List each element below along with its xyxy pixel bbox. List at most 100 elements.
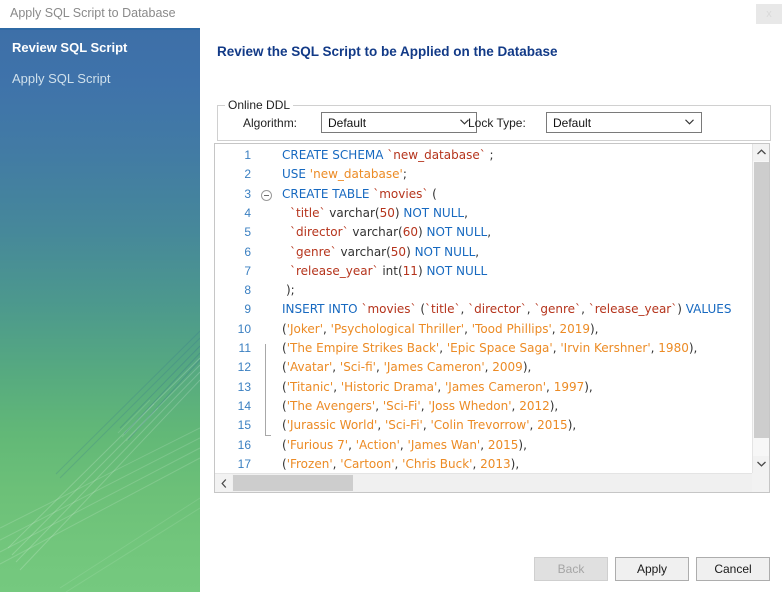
cancel-button[interactable]: Cancel [696, 557, 770, 581]
code-token: , [529, 418, 538, 433]
code-token: 'Chris Buck' [402, 456, 473, 471]
line-number: 16 [237, 437, 251, 452]
vertical-scroll-thumb[interactable] [754, 162, 769, 438]
code-line[interactable]: 5 `director` varchar(60) NOT NULL, [215, 223, 752, 242]
code-token: 2015 [537, 418, 568, 433]
lock-type-value: Default [553, 116, 592, 130]
apply-sql-script-dialog: Apply SQL Script to Database x Review SQ… [0, 0, 784, 592]
code-line[interactable]: 13 ('Titanic', 'Historic Drama', 'James C… [215, 378, 752, 397]
code-text: ); [286, 281, 295, 300]
code-text: `genre` varchar(50) NOT NULL, [290, 243, 479, 262]
line-number: 2 [244, 167, 251, 182]
code-token: ) [418, 225, 427, 240]
code-token: 'Sci-Fi' [382, 398, 421, 413]
code-token: `title` [290, 205, 326, 220]
close-icon[interactable]: x [756, 4, 782, 24]
code-line[interactable]: 6 `genre` varchar(50) NOT NULL, [215, 243, 752, 262]
editor-horizontal-scrollbar[interactable] [215, 473, 769, 492]
code-token: , [437, 379, 445, 394]
back-button[interactable]: Back [534, 557, 608, 581]
code-token: `genre` [534, 302, 582, 317]
code-text: ('The Empire Strikes Back', 'Epic Space … [282, 339, 697, 358]
code-token: `director` [468, 302, 527, 317]
code-token: , [333, 379, 341, 394]
code-token: ), [510, 456, 520, 471]
code-token: , [375, 398, 383, 413]
code-line[interactable]: 15 ('Jurassic World', 'Sci-Fi', 'Colin Tr… [215, 416, 752, 435]
code-token: , [348, 437, 356, 452]
code-token: `genre` [290, 244, 337, 259]
code-token: 50 [390, 244, 407, 259]
editor-vertical-scrollbar[interactable] [752, 144, 769, 473]
horizontal-scroll-thumb[interactable] [233, 475, 353, 491]
scroll-left-icon[interactable] [215, 474, 232, 492]
algorithm-select[interactable]: Default [321, 112, 477, 133]
code-token: , [375, 360, 384, 375]
line-number: 15 [237, 418, 251, 433]
code-line[interactable]: 2 USE 'new_database'; [215, 165, 752, 184]
code-token: , [399, 437, 408, 452]
code-token: NOT NULL [426, 225, 488, 240]
code-token: 'Historic Drama' [340, 379, 438, 394]
code-line[interactable]: 16 ('Furious 7', 'Action', 'James Wan', 2… [215, 436, 752, 455]
window-title: Apply SQL Script to Database [10, 6, 176, 20]
code-token: `release_year` [290, 263, 379, 278]
scroll-up-icon[interactable] [753, 144, 769, 161]
code-line[interactable]: 17 ('Frozen', 'Cartoon', 'Chris Buck', 20… [215, 455, 752, 473]
code-token: , [475, 244, 480, 259]
code-token: , [323, 321, 331, 336]
page-title: Review the SQL Script to be Applied on t… [217, 44, 558, 59]
sidebar-item-apply-sql-script[interactable]: Apply SQL Script [12, 71, 111, 86]
code-line[interactable]: 11 ('The Empire Strikes Back', 'Epic Spac… [215, 339, 752, 358]
line-number: 1 [244, 148, 251, 162]
code-token: 11 [402, 263, 418, 278]
line-number: 12 [237, 360, 251, 375]
code-text: ('Joker', 'Psychological Thriller', 'Too… [282, 320, 598, 339]
code-fold-collapse-icon[interactable] [261, 189, 272, 201]
code-line[interactable]: 7 `release_year` int(11) NOT NULL [215, 262, 752, 281]
code-token: ), [584, 379, 593, 394]
code-line[interactable]: 9 INSERT INTO `movies` (`title`, `directo… [215, 300, 752, 319]
code-token: ) [406, 244, 415, 259]
sidebar-item-review-sql-script[interactable]: Review SQL Script [12, 40, 127, 55]
code-text: `release_year` int(11) NOT NULL [290, 262, 487, 281]
code-token: 'Avatar' [286, 360, 333, 375]
code-text: ('Titanic', 'Historic Drama', 'James Cam… [282, 378, 593, 397]
code-token: ); [286, 283, 295, 298]
lock-type-select[interactable]: Default [546, 112, 702, 133]
code-line[interactable]: 10 ('Joker', 'Psychological Thriller', 'T… [215, 320, 752, 339]
code-token: ; [485, 148, 494, 162]
code-line[interactable]: 12 ('Avatar', 'Sci-fi', 'James Cameron', … [215, 358, 752, 377]
line-number: 13 [237, 379, 251, 394]
apply-button[interactable]: Apply [615, 557, 689, 581]
code-token: 'Irvin Kershner' [560, 341, 651, 355]
sql-script-editor[interactable]: 1 CREATE SCHEMA `new_database` ; 2 USE 'new… [214, 143, 770, 493]
code-text: ('The Avengers', 'Sci-Fi', 'Joss Whedon'… [282, 397, 558, 416]
code-token: 'Tood Phillips' [471, 321, 552, 336]
code-token: NOT NULL [403, 205, 465, 220]
code-line[interactable]: 8); [215, 281, 752, 300]
algorithm-label: Algorithm: [243, 116, 298, 130]
code-token: ( [416, 302, 426, 317]
online-ddl-legend: Online DDL [225, 98, 294, 112]
code-token: , [480, 437, 488, 452]
code-token: 2009 [492, 360, 523, 375]
code-text: USE 'new_database'; [282, 165, 407, 184]
code-text: `title` varchar(50) NOT NULL, [290, 204, 468, 223]
code-text: ('Frozen', 'Cartoon', 'Chris Buck', 2013… [282, 455, 519, 473]
code-area[interactable]: 1 CREATE SCHEMA `new_database` ; 2 USE 'new… [215, 144, 752, 473]
code-token: CREATE SCHEMA [282, 148, 388, 162]
code-line[interactable]: 4 `title` varchar(50) NOT NULL, [215, 204, 752, 223]
code-line[interactable]: 3 CREATE TABLE `movies` ( [215, 185, 752, 204]
code-token: ), [518, 437, 527, 452]
line-number: 10 [237, 321, 251, 336]
code-token: 1997 [553, 379, 585, 394]
lock-type-label: Lock Type: [468, 116, 526, 130]
scroll-down-icon[interactable] [753, 456, 769, 473]
code-line[interactable]: 1 CREATE SCHEMA `new_database` ; [215, 146, 752, 165]
code-text: INSERT INTO `movies` (`title`, `director… [282, 300, 731, 319]
code-token: , [464, 321, 472, 336]
code-line[interactable]: 14 ('The Avengers', 'Sci-Fi', 'Joss Whedo… [215, 397, 752, 416]
code-token: , [464, 205, 468, 220]
line-number: 14 [237, 398, 251, 413]
